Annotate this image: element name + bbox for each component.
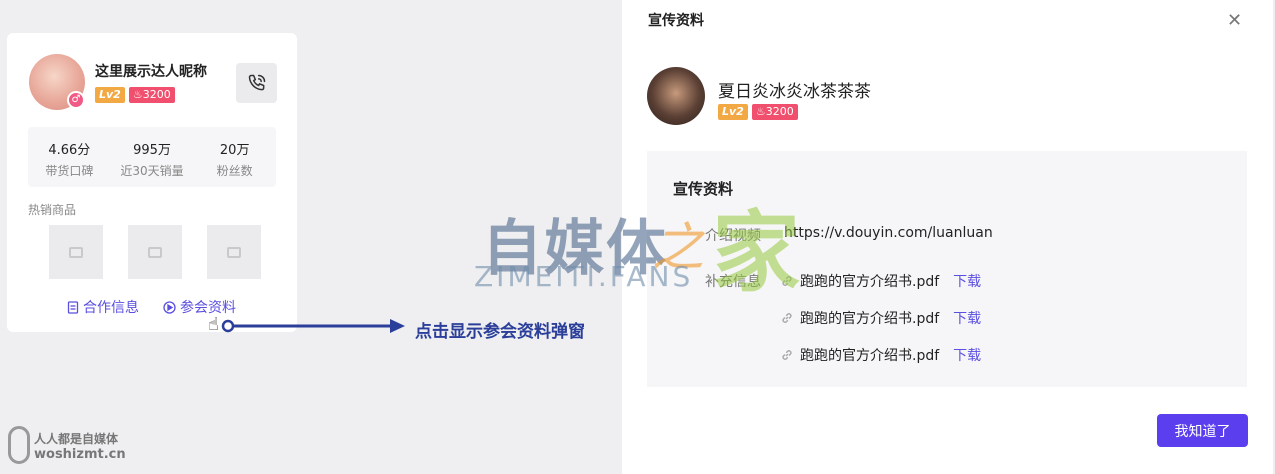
watermark-sub: ZIMEITI.FANS (474, 260, 694, 293)
download-link[interactable]: 下载 (953, 308, 981, 328)
fans-badge: ♨3200 (751, 104, 798, 120)
watermark-jia: 家 (712, 201, 801, 304)
stat-value: 995万 (133, 143, 171, 158)
download-link[interactable]: 下载 (953, 271, 981, 291)
modal-title: 宣传资料 (648, 13, 704, 29)
stat-fans: 20万 粉丝数 (193, 127, 276, 187)
level-badge: Lv2 (718, 104, 748, 120)
video-url[interactable]: https://v.douyin.com/luanluan (784, 225, 993, 241)
image-placeholder-icon (148, 246, 162, 258)
stat-label: 粉丝数 (216, 164, 253, 178)
microphone-icon (8, 426, 30, 464)
stat-label: 近30天销量 (120, 164, 184, 178)
annotation-label: 点击显示参会资料弹窗 (415, 322, 585, 342)
stat-sales: 995万 近30天销量 (111, 127, 194, 187)
product-thumbnail[interactable] (49, 225, 103, 279)
watermark-site-name: 人人都是自媒体 (34, 432, 119, 446)
file-item: 跑跑的官方介绍书.pdf 下载 (780, 345, 981, 365)
badges: Lv2 ♨3200 (718, 104, 798, 120)
influencer-card: ♂ 这里展示达人昵称 Lv2 ♨3200 4.66分 带货口碑 995万 近30… (7, 33, 297, 332)
call-button[interactable] (236, 63, 277, 103)
file-item: 跑跑的官方介绍书.pdf 下载 (780, 271, 981, 291)
ok-button[interactable]: 我知道了 (1157, 414, 1248, 447)
material-link[interactable]: 参会资料 (163, 297, 236, 317)
avatar (647, 67, 705, 125)
image-placeholder-icon (227, 246, 241, 258)
coop-info-label: 合作信息 (83, 300, 139, 316)
file-name: 跑跑的官方介绍书.pdf (800, 274, 940, 290)
play-circle-icon (163, 300, 176, 314)
watermark-site-url: woshizmt.cn (34, 447, 126, 462)
document-icon (67, 300, 79, 314)
badges: Lv2 ♨3200 (95, 87, 175, 103)
fans-badge: ♨3200 (128, 87, 175, 103)
stat-rating: 4.66分 带货口碑 (28, 127, 111, 187)
nickname: 这里展示达人昵称 (95, 64, 207, 80)
phone-icon (248, 74, 265, 91)
product-thumbnail[interactable] (128, 225, 182, 279)
stat-label: 带货口碑 (45, 164, 94, 178)
link-icon (782, 350, 792, 360)
file-name: 跑跑的官方介绍书.pdf (800, 311, 940, 327)
link-icon (782, 313, 792, 323)
level-badge: Lv2 (95, 87, 125, 103)
stats-panel: 4.66分 带货口碑 995万 近30天销量 20万 粉丝数 (28, 127, 276, 187)
file-item: 跑跑的官方介绍书.pdf 下载 (780, 308, 981, 328)
image-placeholder-icon (69, 246, 83, 258)
product-thumbnail[interactable] (207, 225, 261, 279)
close-icon[interactable]: ✕ (1227, 10, 1242, 31)
stat-value: 20万 (219, 143, 250, 158)
coop-info-link[interactable]: 合作信息 (67, 297, 139, 317)
nickname: 夏日炎冰炎冰茶茶茶 (718, 82, 871, 102)
hot-products (49, 225, 261, 279)
gender-icon: ♂ (67, 91, 85, 109)
stat-value: 4.66分 (48, 143, 91, 158)
hot-products-title: 热销商品 (28, 203, 77, 217)
download-link[interactable]: 下载 (953, 345, 981, 365)
file-name: 跑跑的官方介绍书.pdf (800, 348, 940, 364)
annotation-arrow (221, 319, 405, 333)
